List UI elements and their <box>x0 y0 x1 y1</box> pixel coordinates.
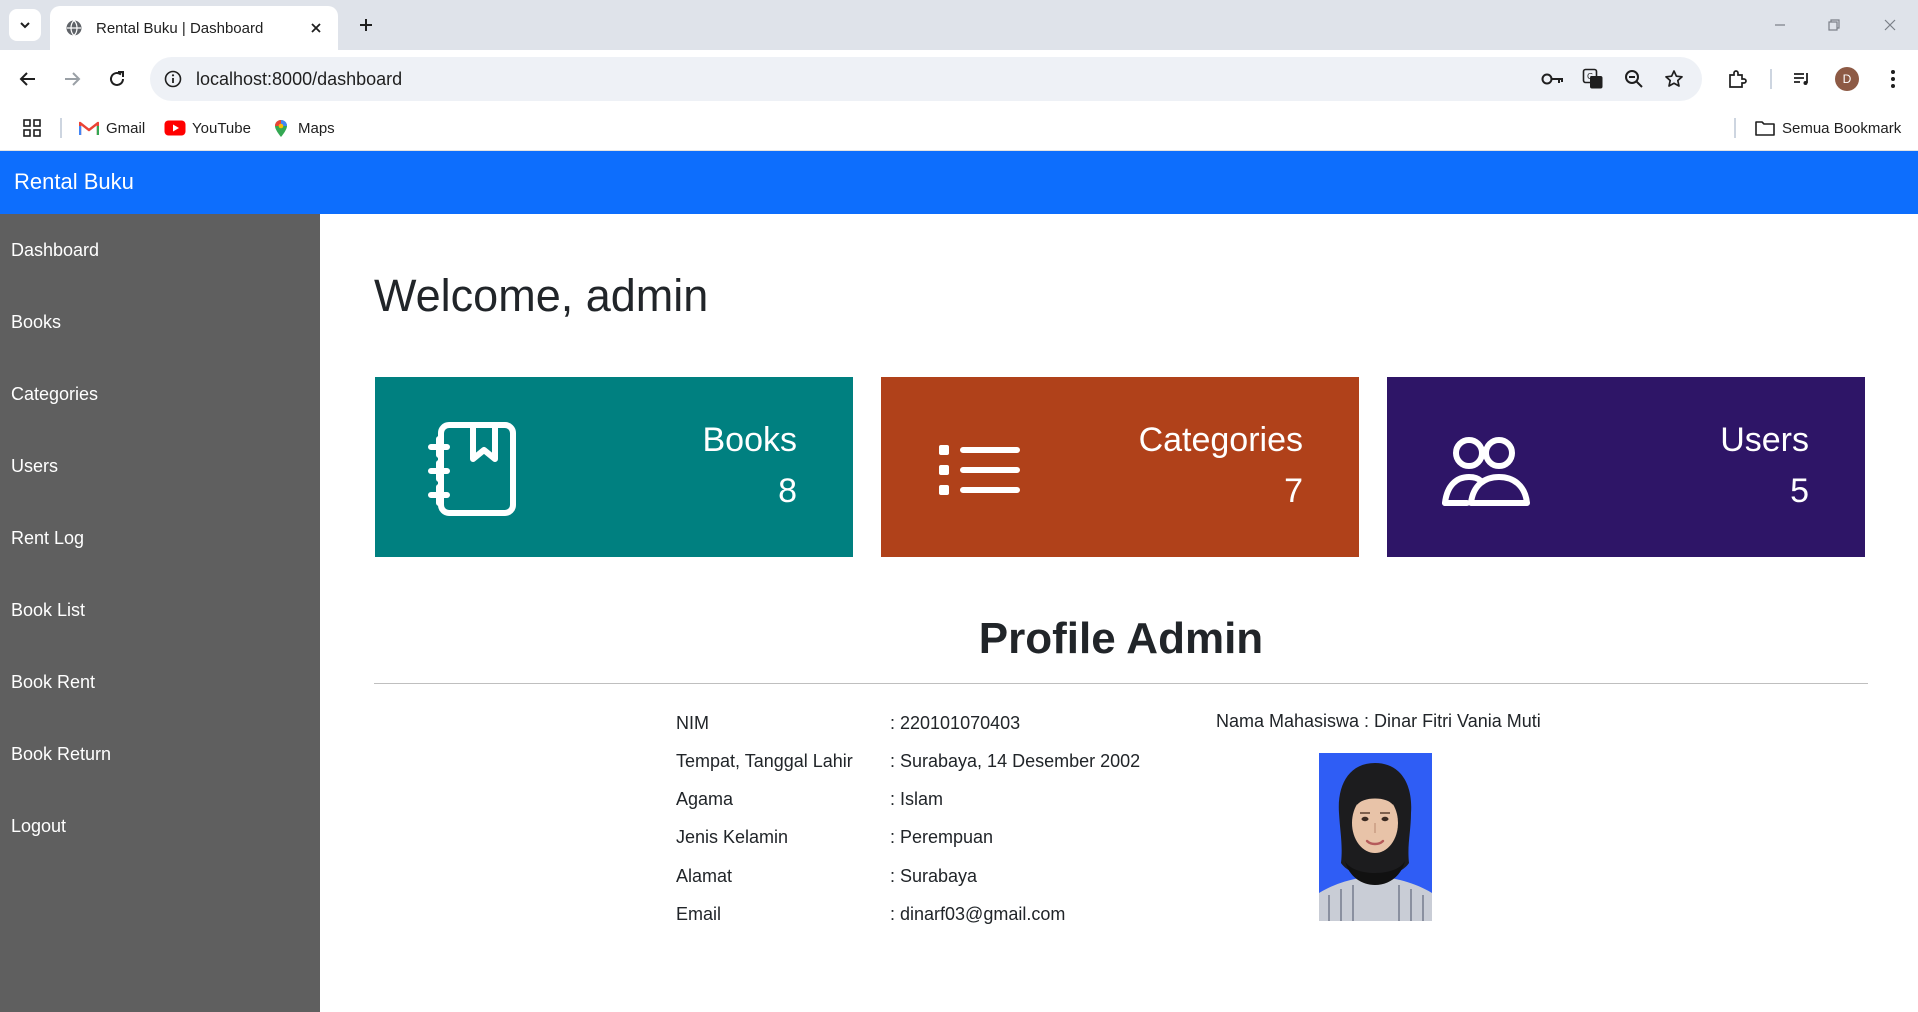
student-name: Nama Mahasiswa : Dinar Fitri Vania Muti <box>1216 711 1541 731</box>
browser-tabstrip: Rental Buku | Dashboard <box>0 0 1918 50</box>
bookmark-label: Gmail <box>106 119 146 137</box>
card-label: Users <box>1720 421 1809 459</box>
minimize-icon <box>1775 24 1785 26</box>
chevron-down-icon <box>20 22 30 29</box>
profile-label: Jenis Kelamin <box>676 827 789 847</box>
sidebar-item-rent-log[interactable]: Rent Log <box>11 524 84 552</box>
browser-toolbar: localhost:8000/dashboard G D <box>0 50 1918 108</box>
translate-icon[interactable]: G <box>1580 66 1606 92</box>
profile-value: : dinarf03@gmail.com <box>890 904 1066 924</box>
youtube-icon <box>164 119 186 137</box>
restore-button[interactable] <box>1814 10 1854 40</box>
list-icon <box>939 445 1020 495</box>
avatar: D <box>1835 67 1859 91</box>
more-vertical-icon <box>1891 70 1895 88</box>
card-value: 5 <box>1790 472 1809 510</box>
sidebar-item-books[interactable]: Books <box>11 308 61 336</box>
arrow-right-icon <box>65 72 81 86</box>
main-content: Welcome, admin Books 8 Categories 7 User… <box>320 214 1918 1012</box>
apps-grid-icon[interactable] <box>20 116 44 140</box>
categories-card: Categories 7 <box>881 377 1359 557</box>
bookmark-label: Maps <box>298 119 335 137</box>
bookmark-maps[interactable]: Maps <box>270 116 335 140</box>
address-bar[interactable]: localhost:8000/dashboard G <box>150 57 1702 101</box>
sidebar-item-logout[interactable]: Logout <box>11 812 66 840</box>
profile-value: : Surabaya <box>890 866 978 886</box>
forward-button[interactable] <box>55 62 89 96</box>
profile-label: Alamat <box>676 866 733 886</box>
gmail-icon <box>78 119 100 137</box>
bookmark-youtube[interactable]: YouTube <box>164 116 251 140</box>
svg-text:G: G <box>1587 72 1593 81</box>
profile-title: Profile Admin <box>978 614 1264 663</box>
browser-tab[interactable]: Rental Buku | Dashboard <box>50 6 338 50</box>
card-value: 7 <box>1284 472 1303 510</box>
media-control-button[interactable] <box>1785 62 1819 96</box>
sidebar-item-book-rent[interactable]: Book Rent <box>11 668 95 696</box>
restore-icon <box>1828 19 1840 31</box>
reload-button[interactable] <box>100 62 134 96</box>
sidebar-item-categories[interactable]: Categories <box>11 380 98 408</box>
bookmarks-bar: Gmail YouTube Maps Semua Bookmark <box>0 108 1918 151</box>
maps-icon <box>270 119 292 137</box>
new-tab-button[interactable] <box>352 11 380 39</box>
playlist-icon <box>1794 73 1808 85</box>
page-title: Welcome, admin <box>374 270 709 321</box>
folder-icon <box>1754 119 1776 137</box>
all-bookmarks-button[interactable]: Semua Bookmark <box>1754 116 1901 140</box>
minimize-button[interactable] <box>1760 10 1800 40</box>
bookmark-label: YouTube <box>192 119 251 137</box>
bookmark-star-icon[interactable] <box>1661 66 1687 92</box>
zoom-icon[interactable] <box>1621 66 1647 92</box>
site-info-icon[interactable] <box>160 66 186 92</box>
extensions-button[interactable] <box>1720 62 1754 96</box>
profile-photo <box>1319 753 1432 921</box>
toolbar-divider <box>1770 69 1772 89</box>
profile-button[interactable]: D <box>1830 62 1864 96</box>
book-icon <box>428 422 516 516</box>
arrow-left-icon <box>19 72 35 86</box>
users-card: Users 5 <box>1387 377 1865 557</box>
books-card: Books 8 <box>375 377 853 557</box>
tab-title: Rental Buku | Dashboard <box>96 19 264 37</box>
sidebar-item-users[interactable]: Users <box>11 452 58 480</box>
bookmarks-divider <box>60 118 62 138</box>
card-value: 8 <box>778 472 797 510</box>
plus-icon <box>360 19 372 31</box>
all-bookmarks-label: Semua Bookmark <box>1782 119 1902 137</box>
back-button[interactable] <box>11 62 45 96</box>
tab-search-button[interactable] <box>9 9 41 41</box>
sidebar-item-book-list[interactable]: Book List <box>11 596 85 624</box>
card-label: Categories <box>1138 421 1303 459</box>
close-window-button[interactable] <box>1870 10 1910 40</box>
bookmark-gmail[interactable]: Gmail <box>78 116 145 140</box>
card-label: Books <box>702 421 798 459</box>
profile-label: NIM <box>676 713 709 733</box>
sidebar-item-book-return[interactable]: Book Return <box>11 740 111 768</box>
profile-label: Tempat, Tanggal Lahir <box>676 751 853 771</box>
close-tab-icon[interactable] <box>304 16 328 40</box>
profile-label: Email <box>676 904 722 924</box>
reload-icon <box>110 71 124 86</box>
profile-value: : 220101070403 <box>890 713 1021 733</box>
divider <box>374 683 1868 684</box>
profile-value: : Surabaya, 14 Desember 2002 <box>890 751 1141 771</box>
globe-icon <box>64 18 84 38</box>
puzzle-icon <box>1729 70 1747 88</box>
users-icon <box>1442 437 1530 506</box>
password-key-icon[interactable] <box>1540 66 1566 92</box>
profile-value: : Perempuan <box>890 827 994 847</box>
bookmarks-divider <box>1734 118 1736 138</box>
sidebar-item-dashboard[interactable]: Dashboard <box>11 236 99 264</box>
close-icon <box>1884 19 1896 31</box>
brand-link[interactable]: Rental Buku <box>14 169 134 195</box>
profile-label: Agama <box>676 789 734 809</box>
profile-value: : Islam <box>890 789 944 809</box>
app-navbar: Rental Buku <box>0 151 1918 214</box>
browser-menu-button[interactable] <box>1876 62 1910 96</box>
url-text: localhost:8000/dashboard <box>196 69 403 89</box>
sidebar: Dashboard Books Categories Users Rent Lo… <box>0 214 320 1012</box>
